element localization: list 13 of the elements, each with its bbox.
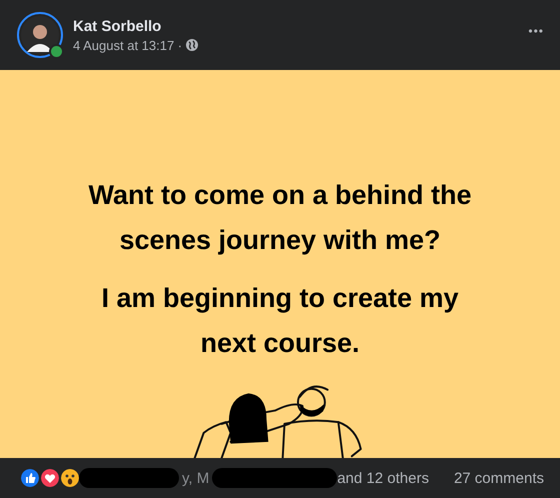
comments-count[interactable]: 27 comments: [454, 470, 544, 486]
more-options-button[interactable]: •••: [528, 24, 544, 38]
avatar-icon: [21, 16, 59, 54]
love-reaction-icon: [39, 467, 61, 489]
headline-text: Want to come on a behind the scenes journey with me?: [88, 179, 472, 257]
author-name[interactable]: Kat Sorbello: [73, 18, 518, 34]
globe-icon: [186, 39, 198, 51]
post-timestamp[interactable]: 4 August at 13:17 ·: [73, 38, 182, 52]
headline-text: I am beginning to create my next course.: [100, 282, 460, 360]
like-reaction-icon: [19, 467, 41, 489]
avatar[interactable]: [17, 12, 63, 58]
name-fragment: y, M: [182, 470, 210, 486]
reactions-count[interactable]: and 12 others: [337, 470, 429, 486]
